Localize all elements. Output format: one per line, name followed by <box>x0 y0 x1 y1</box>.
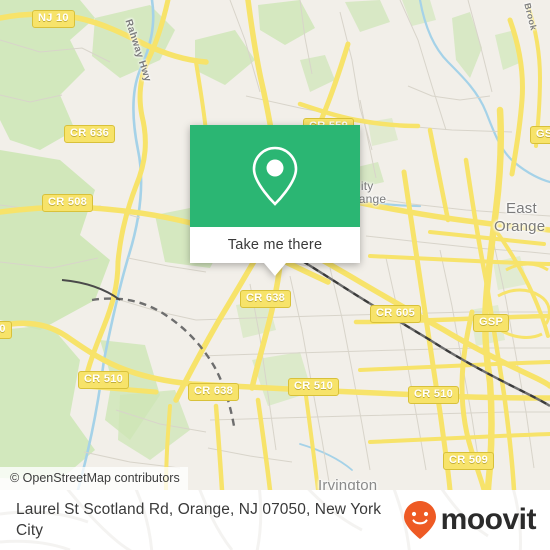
highway-shield-cr-510-east: CR 510 <box>408 386 460 404</box>
map-screenshot: Rahway Hwy Brook City Orange East Orange… <box>0 0 550 550</box>
highway-shield-gsp-north: GSP <box>530 126 550 144</box>
highway-shield-cr-638-center: CR 638 <box>240 290 292 308</box>
place-label-irvington: Irvington <box>318 477 378 490</box>
highway-shield-cr-510-west: CR 510 <box>78 371 130 389</box>
highway-shield-cr-636: CR 636 <box>64 125 116 143</box>
footer-bar: Laurel St Scotland Rd, Orange, NJ 07050,… <box>0 490 550 550</box>
highway-shield-cr-510-center: CR 510 <box>288 378 340 396</box>
take-me-there-label: Take me there <box>227 237 323 253</box>
highway-shield-nj-10: NJ 10 <box>32 10 75 28</box>
moovit-logo[interactable]: moovit <box>403 500 537 540</box>
highway-shield-10-edge: 10 <box>0 321 12 339</box>
osm-attribution[interactable]: © OpenStreetMap contributors <box>0 467 188 490</box>
location-address: Laurel St Scotland Rd, Orange, NJ 07050,… <box>16 501 382 539</box>
highway-shield-cr-509: CR 509 <box>443 452 495 470</box>
popup-pointer <box>264 263 286 276</box>
place-label-east-orange: Orange <box>494 218 546 235</box>
map-pin-icon <box>252 146 298 206</box>
highway-shield-gsp-center: GSP <box>473 314 510 332</box>
location-popup-card[interactable]: Take me there <box>190 125 360 276</box>
moovit-wordmark: moovit <box>440 503 537 536</box>
place-label-east: East <box>506 200 537 217</box>
highway-shield-cr-638-south: CR 638 <box>188 383 240 401</box>
popup-header <box>190 125 360 227</box>
moovit-pin-icon <box>403 501 436 539</box>
highway-shield-cr-605: CR 605 <box>370 305 422 323</box>
highway-shield-cr-508: CR 508 <box>42 194 94 212</box>
osm-attribution-text: © OpenStreetMap contributors <box>10 471 180 485</box>
map-canvas[interactable]: Rahway Hwy Brook City Orange East Orange… <box>0 0 550 490</box>
take-me-there-button[interactable]: Take me there <box>190 227 360 263</box>
